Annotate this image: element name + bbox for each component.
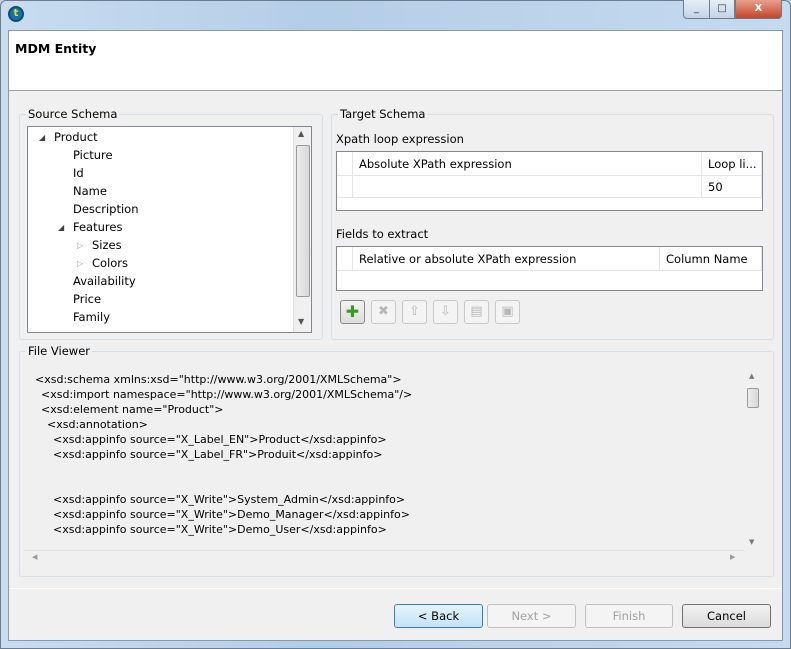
tree-item[interactable]: Description — [73, 202, 139, 216]
code-line: <xsd:element name="Product"> — [41, 403, 224, 416]
maximize-button[interactable]: □ — [709, 0, 735, 19]
minimize-button[interactable]: _ — [683, 0, 710, 19]
move-down-button[interactable]: ⇩ — [433, 300, 458, 324]
tree-item[interactable]: Id — [73, 166, 84, 180]
scroll-thumb[interactable] — [747, 388, 759, 408]
column-header-column-name[interactable]: Column Name — [660, 247, 762, 271]
target-schema-group: Target Schema Xpath loop expression Abso… — [331, 107, 774, 340]
next-button[interactable]: Next > — [487, 604, 576, 628]
close-button[interactable]: X — [735, 0, 782, 19]
tree-item-label: Name — [73, 184, 107, 198]
copy-button[interactable]: ▤ — [464, 300, 489, 324]
code-line: <xsd:annotation> — [47, 418, 148, 431]
source-schema-label: Source Schema — [26, 107, 120, 121]
arrow-down-icon: ⇩ — [440, 304, 451, 319]
tree-item[interactable]: ▷ Sizes — [77, 238, 122, 252]
app-icon: t — [8, 6, 24, 22]
xpath-loop-label: Xpath loop expression — [336, 132, 464, 146]
tree-item-label: Colors — [92, 256, 129, 270]
code-line: <xsd:appinfo source="X_Write">Demo_User<… — [53, 523, 387, 536]
tree-item-label: Sizes — [92, 238, 122, 252]
plus-icon: ✚ — [345, 302, 360, 321]
code-line: <xsd:appinfo source="X_Write">System_Adm… — [53, 493, 406, 506]
collapsed-arrow-icon[interactable]: ▷ — [77, 259, 83, 268]
scroll-down-icon[interactable]: ▼ — [298, 317, 304, 326]
code-line: <xsd:schema xmlns:xsd="http://www.w3.org… — [35, 373, 402, 386]
paste-icon: ▣ — [501, 304, 514, 319]
row-header-cell — [337, 152, 353, 176]
column-header-xpath[interactable]: Relative or absolute XPath expression — [353, 247, 660, 271]
tree-item-label: Description — [73, 202, 139, 216]
viewer-horizontal-scrollbar[interactable]: ◀ ▶ — [24, 550, 744, 565]
tree-item[interactable]: ▷ Colors — [77, 256, 129, 270]
source-tree[interactable]: ◢ Product Picture Id Name Description ◢ Feature… — [27, 126, 312, 333]
file-viewer-group: File Viewer <xsd:schema xmlns:xsd="http:… — [19, 344, 774, 577]
target-schema-label: Target Schema — [338, 107, 428, 121]
file-viewer-text[interactable]: <xsd:schema xmlns:xsd="http://www.w3.org… — [20, 352, 740, 552]
code-line: <xsd:import namespace="http://www.w3.org… — [41, 388, 413, 401]
row-header-cell — [337, 247, 353, 271]
page-title: MDM Entity — [15, 41, 97, 56]
tree-item-label: Features — [73, 220, 123, 234]
arrow-up-icon: ⇧ — [409, 304, 420, 319]
tree-item[interactable]: Name — [73, 184, 107, 198]
source-schema-group: Source Schema ◢ Product Picture Id Name Descr… — [19, 107, 323, 340]
add-row-button[interactable]: ✚ — [340, 300, 365, 324]
loop-limit-cell[interactable]: 50 — [702, 176, 762, 198]
cancel-button[interactable]: Cancel — [682, 604, 771, 628]
code-line: <xsd:appinfo source="X_Label_FR">Produit… — [53, 448, 383, 461]
delete-row-button[interactable]: ✖ — [371, 300, 396, 324]
wizard-header: MDM Entity — [9, 31, 782, 91]
delete-icon: ✖ — [378, 304, 389, 319]
tree-item-label: Availability — [73, 274, 136, 288]
tree-item[interactable]: Availability — [73, 274, 136, 288]
back-button[interactable]: < Back — [394, 604, 483, 628]
expanded-arrow-icon[interactable]: ◢ — [58, 223, 64, 232]
separator — [9, 588, 782, 589]
tree-item-label: Id — [73, 166, 84, 180]
scroll-left-icon[interactable]: ◀ — [32, 553, 37, 561]
tree-item-label: Family — [73, 310, 111, 324]
tree-item[interactable]: Family — [73, 310, 110, 324]
tree-item[interactable]: ◢ Features — [58, 220, 123, 234]
tree-item-label: Price — [73, 292, 102, 306]
row-header-cell — [337, 176, 353, 198]
scroll-right-icon[interactable]: ▶ — [730, 553, 735, 561]
scroll-up-icon[interactable]: ▲ — [749, 372, 754, 380]
xpath-loop-table[interactable]: Absolute XPath expression Loop li... 50 — [336, 151, 763, 211]
tree-item-label: Product — [54, 130, 98, 144]
dialog-client: MDM Entity Source Schema ◢ Product Picture… — [8, 30, 783, 641]
scroll-up-icon[interactable]: ▲ — [298, 129, 304, 138]
tree-item[interactable]: ◢ Product — [39, 130, 98, 144]
fields-to-extract-label: Fields to extract — [336, 227, 429, 241]
fields-table[interactable]: Relative or absolute XPath expression Co… — [336, 246, 763, 291]
scroll-thumb[interactable] — [296, 145, 310, 297]
tree-item[interactable]: Picture — [73, 148, 113, 162]
tree-item-label: Picture — [73, 148, 113, 162]
collapsed-arrow-icon[interactable]: ▷ — [77, 241, 83, 250]
move-up-button[interactable]: ⇧ — [402, 300, 427, 324]
scroll-down-icon[interactable]: ▼ — [749, 538, 754, 546]
expanded-arrow-icon[interactable]: ◢ — [39, 133, 45, 142]
column-header-absolute-xpath[interactable]: Absolute XPath expression — [353, 152, 702, 176]
paste-button[interactable]: ▣ — [495, 300, 520, 324]
viewer-vertical-scrollbar[interactable]: ▲ ▼ — [747, 372, 759, 548]
column-header-loop-limit[interactable]: Loop li... — [702, 152, 762, 176]
code-line: <xsd:appinfo source="X_Write">Demo_Manag… — [53, 508, 410, 521]
finish-button[interactable]: Finish — [585, 604, 673, 628]
code-line: <xsd:appinfo source="X_Label_EN">Product… — [53, 433, 387, 446]
tree-item[interactable]: Price — [73, 292, 101, 306]
tree-scrollbar[interactable]: ▲ ▼ — [293, 127, 311, 332]
copy-icon: ▤ — [470, 304, 483, 319]
loop-expression-cell[interactable] — [353, 176, 702, 198]
